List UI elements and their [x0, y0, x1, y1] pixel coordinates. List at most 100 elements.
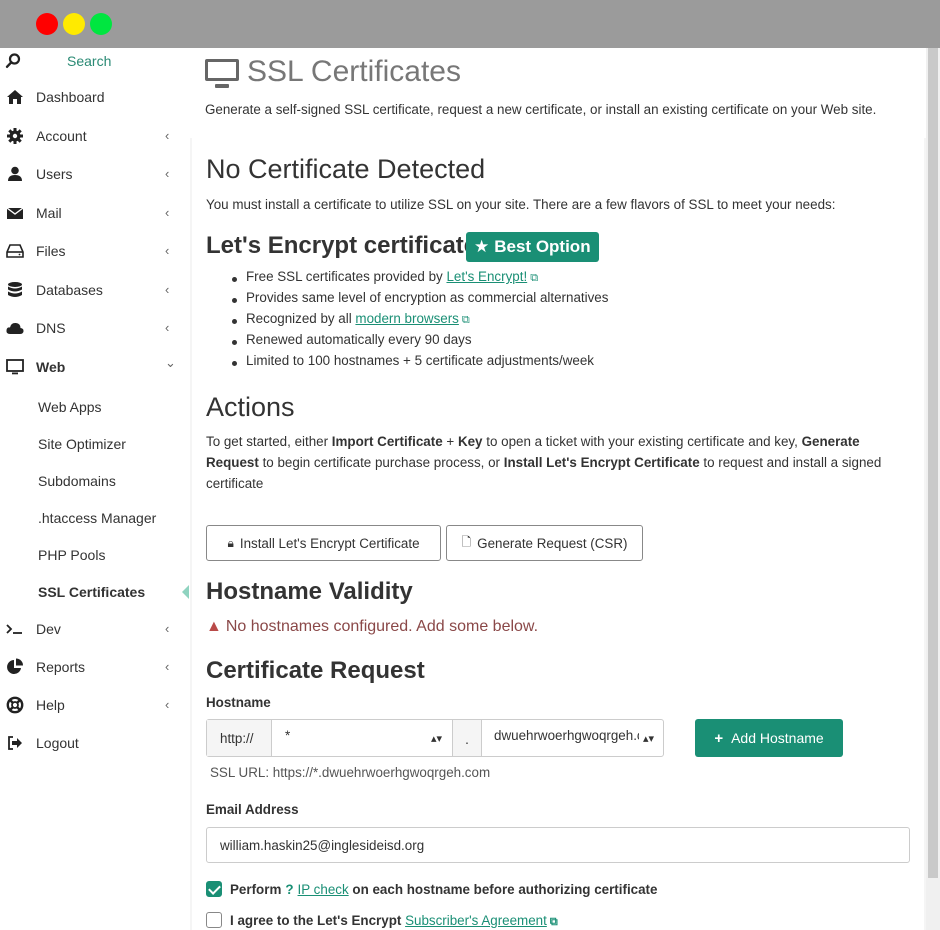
text-span: to begin certificate purchase process, o… — [258, 455, 504, 470]
best-option-badge: ★ Best Option — [466, 232, 599, 262]
bullet-text: Provides same level of encryption as com… — [246, 290, 609, 305]
protocol-addon: http:// — [207, 720, 272, 756]
ip-check-label: Perform? IP check on each hostname before… — [230, 882, 657, 897]
chevron-left-icon: ‹ — [165, 282, 170, 297]
select-value: dwuehrwoerhgwoqrgeh.com — [494, 728, 639, 743]
sidebar-item-label: Databases — [36, 282, 103, 298]
sidebar-subitem-label: .htaccess Manager — [38, 510, 157, 526]
button-label: Install Let's Encrypt Certificate — [239, 535, 420, 551]
monitor-icon — [205, 59, 239, 88]
plus-icon: + — [714, 729, 724, 747]
search-label: Search — [67, 53, 112, 69]
ssl-url-text: SSL URL: https://*.dwuehrwoerhgwoqrgeh.c… — [210, 765, 491, 780]
external-link-icon: ⧉ — [549, 916, 558, 928]
lifebuoy-icon — [6, 696, 24, 714]
letsencrypt-link[interactable]: Let's Encrypt! — [446, 269, 527, 284]
sidebar-item-dashboard[interactable]: Dashboard — [0, 82, 190, 112]
sidebar-item-dns[interactable]: DNS ‹ — [0, 313, 190, 343]
sidebar-item-mail[interactable]: Mail ‹ — [0, 198, 190, 228]
generate-request-button[interactable]: 🗋 Generate Request (CSR) — [446, 525, 643, 561]
scrollbar-thumb[interactable] — [928, 48, 938, 878]
sidebar-item-label: Help — [36, 697, 65, 713]
subscriber-agreement-link[interactable]: Subscriber's Agreement — [405, 913, 547, 928]
page-header: SSL Certificates Generate a self-signed … — [190, 48, 926, 138]
sidebar-item-help[interactable]: Help ‹ — [0, 690, 190, 720]
envelope-icon — [6, 207, 24, 219]
certificate-request-heading: Certificate Request — [206, 657, 425, 684]
close-window-button[interactable] — [36, 13, 58, 35]
text-span: on each hostname before authorizing cert… — [348, 882, 658, 897]
hostname-label: Hostname — [206, 695, 271, 710]
agreement-checkbox[interactable] — [206, 912, 222, 928]
maximize-window-button[interactable] — [90, 13, 112, 35]
bullet-text: Free SSL certificates provided by — [246, 269, 447, 284]
install-letsencrypt-button[interactable]: 🔒︎ Install Let's Encrypt Certificate — [206, 525, 441, 561]
sidebar-item-dev[interactable]: Dev ‹ — [0, 614, 190, 644]
pie-chart-icon — [7, 658, 23, 674]
email-field[interactable]: william.haskin25@inglesideisd.org — [206, 827, 910, 863]
text-bold: Install Let's Encrypt Certificate — [503, 455, 700, 470]
warning-text: No hostnames configured. Add some below. — [225, 618, 539, 635]
ip-check-checkbox[interactable] — [206, 881, 222, 897]
hostname-validity-heading: Hostname Validity — [206, 578, 413, 605]
file-icon: 🗋 — [461, 534, 472, 549]
add-hostname-button[interactable]: + Add Hostname — [695, 719, 843, 757]
warning-icon: ▲ — [206, 618, 222, 635]
lock-icon: 🔒︎ — [227, 535, 234, 550]
email-label: Email Address — [206, 802, 299, 817]
monitor-icon — [6, 359, 24, 375]
bullet-text: Limited to 100 hostnames + 5 certificate… — [246, 353, 594, 368]
agreement-label: I agree to the Let's Encrypt Subscriber'… — [230, 913, 558, 929]
sidebar-item-files[interactable]: Files ‹ — [0, 236, 190, 266]
sidebar-item-account[interactable]: Account ‹ — [0, 121, 190, 151]
search-icon — [5, 53, 21, 69]
sidebar-subitem-php-pools[interactable]: PHP Pools — [0, 541, 190, 569]
sidebar-subitem-ssl-certificates[interactable]: SSL Certificates — [0, 578, 190, 606]
page-description: Generate a self-signed SSL certificate, … — [205, 102, 877, 117]
select-value: * — [285, 728, 291, 743]
terminal-icon — [6, 624, 22, 634]
sidebar: Search Dashboard Account ‹ Users ‹ Mail … — [0, 48, 190, 930]
no-certificate-text: You must install a certificate to utiliz… — [206, 197, 836, 212]
vertical-scrollbar[interactable] — [926, 48, 940, 930]
chevron-left-icon: ‹ — [165, 697, 170, 712]
gear-icon — [7, 128, 23, 144]
modern-browsers-link[interactable]: modern browsers — [355, 311, 458, 326]
sidebar-subitem-subdomains[interactable]: Subdomains — [0, 467, 190, 495]
actions-heading: Actions — [206, 392, 295, 422]
sidebar-item-databases[interactable]: Databases ‹ — [0, 275, 190, 305]
select-arrows-icon: ▴▾ — [430, 733, 442, 745]
text-bold: Import Certificate — [331, 434, 443, 449]
sidebar-item-users[interactable]: Users ‹ — [0, 159, 190, 189]
subdomain-select[interactable]: * ▴▾ — [272, 720, 452, 756]
text-bold: Key — [457, 434, 483, 449]
list-item: Free SSL certificates provided by Let's … — [228, 269, 828, 290]
home-icon — [7, 90, 23, 104]
cloud-icon — [6, 322, 24, 334]
sidebar-search[interactable]: Search — [0, 48, 190, 74]
sidebar-subitem-site-optimizer[interactable]: Site Optimizer — [0, 430, 190, 458]
sidebar-item-web[interactable]: Web ⌄ — [0, 352, 190, 382]
sidebar-item-label: Account — [36, 128, 87, 144]
sidebar-subitem-label: Web Apps — [38, 399, 102, 415]
minimize-window-button[interactable] — [63, 13, 85, 35]
sidebar-item-reports[interactable]: Reports ‹ — [0, 652, 190, 682]
dot-addon: . — [452, 720, 482, 756]
actions-description: To get started, either Import Certificat… — [206, 431, 911, 494]
sidebar-subitem-label: PHP Pools — [38, 547, 106, 563]
sidebar-subitem-label: Site Optimizer — [38, 436, 126, 452]
chevron-left-icon: ‹ — [165, 621, 170, 636]
hostname-input-group: http:// * ▴▾ . dwuehrwoerhgwoqrgeh.com▴▾ — [206, 719, 664, 757]
sidebar-subitem-web-apps[interactable]: Web Apps — [0, 393, 190, 421]
sidebar-subitem-htaccess-manager[interactable]: .htaccess Manager — [0, 504, 190, 532]
chevron-down-icon: ⌄ — [165, 355, 176, 370]
sidebar-item-logout[interactable]: Logout — [0, 728, 190, 758]
content-panel: No Certificate Detected You must install… — [192, 138, 924, 930]
sidebar-subitem-label: SSL Certificates — [38, 584, 146, 600]
ip-check-link[interactable]: IP check — [298, 882, 349, 897]
sidebar-item-label: Users — [36, 166, 73, 182]
sidebar-item-label: Logout — [36, 735, 79, 751]
bullet-text: Recognized by all — [246, 311, 356, 326]
domain-select[interactable]: dwuehrwoerhgwoqrgeh.com▴▾ — [482, 720, 664, 756]
help-icon[interactable]: ? — [285, 882, 293, 897]
